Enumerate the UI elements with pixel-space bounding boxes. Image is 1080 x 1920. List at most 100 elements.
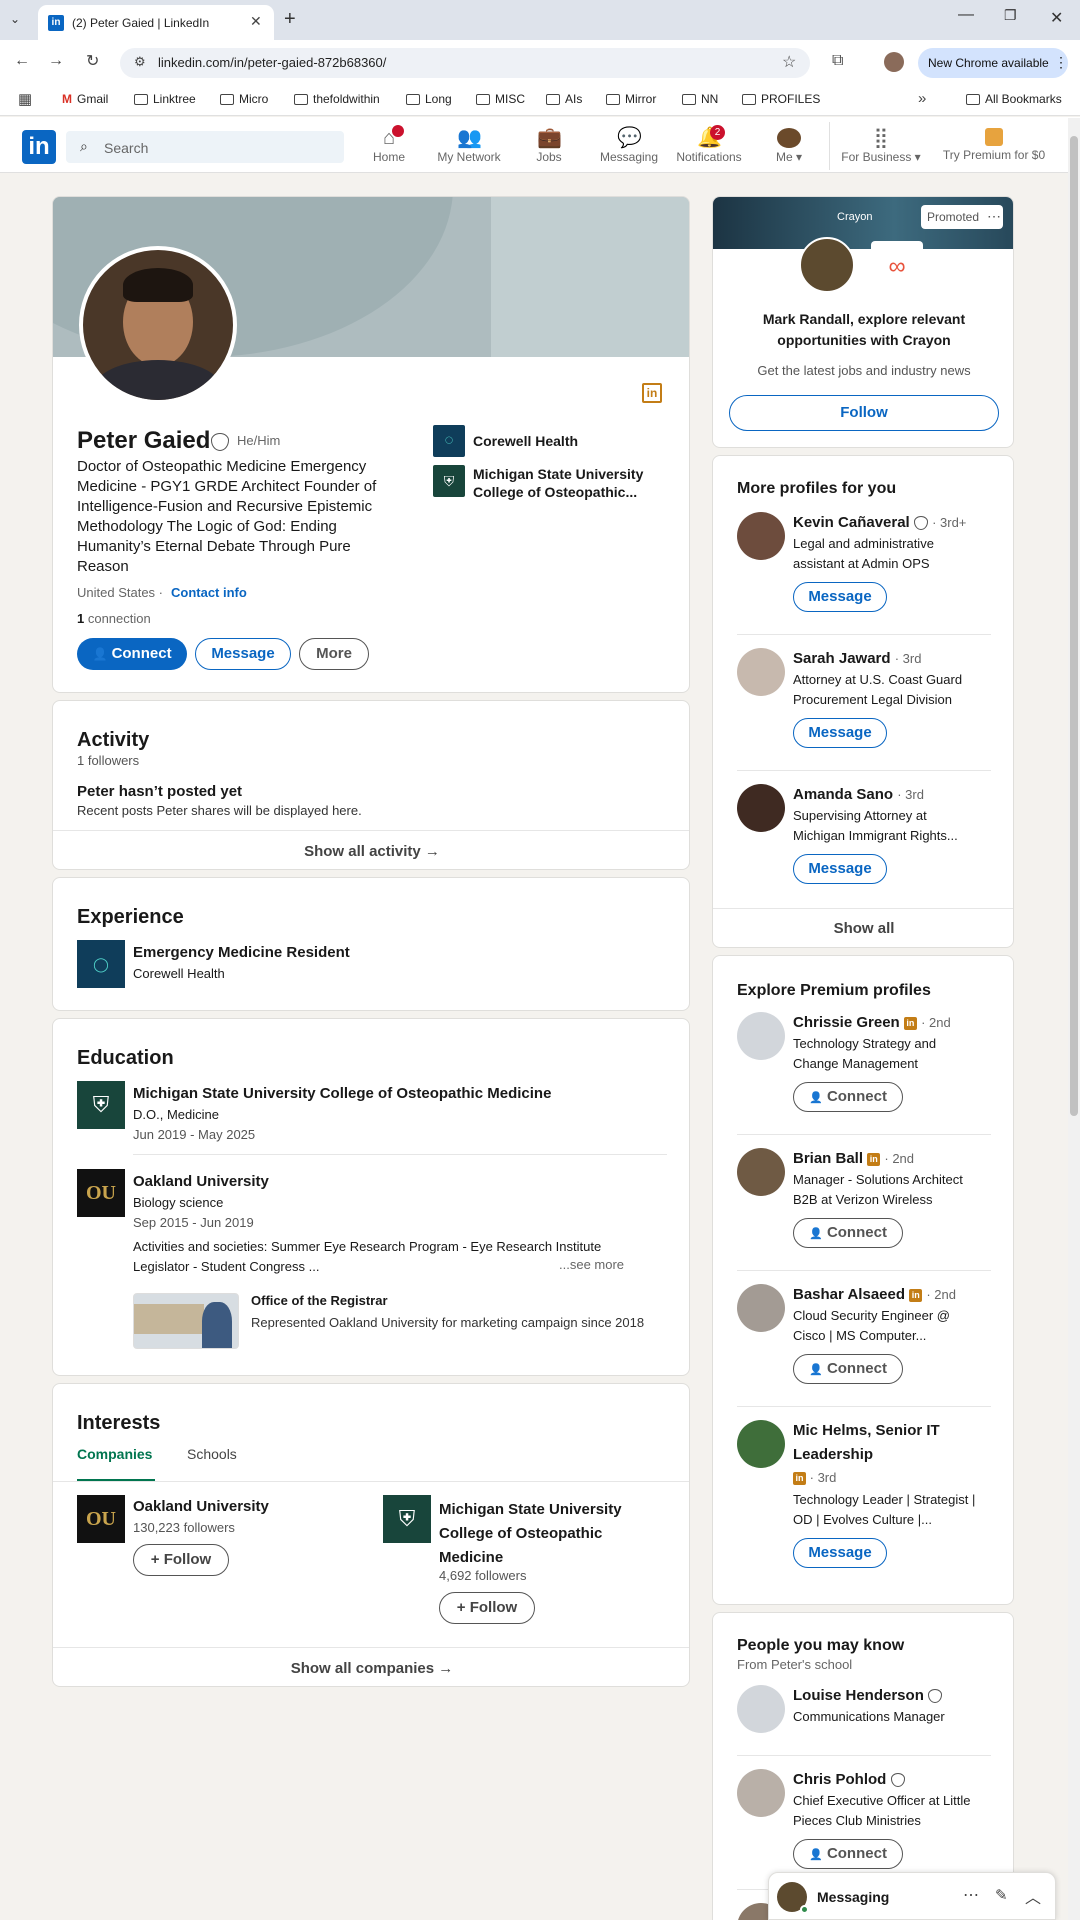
nav-messaging[interactable]: 💬 Messaging xyxy=(589,122,669,164)
profile-name[interactable]: Sarah Jaward · 3rd xyxy=(793,650,921,667)
message-button[interactable]: Message xyxy=(793,1538,887,1568)
profile-name[interactable]: Kevin Cañaveral · 3rd+ xyxy=(793,514,966,531)
avatar[interactable] xyxy=(737,784,785,832)
profile-name[interactable]: Louise Henderson xyxy=(793,1687,943,1704)
apps-grid-icon[interactable]: ▦ xyxy=(18,90,32,108)
education-org[interactable]: Michigan State University College of Ost… xyxy=(473,465,673,501)
bookmark-long[interactable]: Long xyxy=(406,92,452,106)
show-all-profiles-link[interactable]: Show all xyxy=(713,920,1013,937)
contact-info-link[interactable]: Contact info xyxy=(171,585,247,600)
tab-search-icon[interactable]: ⌄ xyxy=(10,12,20,26)
show-all-companies-link[interactable]: Show all companies → xyxy=(53,1660,689,1677)
close-window-icon[interactable]: ✕ xyxy=(1050,8,1063,28)
avatar[interactable] xyxy=(737,512,785,560)
avatar[interactable] xyxy=(737,1420,785,1468)
extensions-icon[interactable]: ⧉ xyxy=(832,52,843,70)
tab-companies[interactable]: Companies xyxy=(77,1446,152,1462)
connect-button[interactable]: 👤 Connect xyxy=(793,1839,903,1869)
education-school[interactable]: Michigan State University College of Ost… xyxy=(133,1085,551,1102)
show-all-activity-link[interactable]: Show all activity → xyxy=(53,843,689,860)
avatar[interactable] xyxy=(737,1012,785,1060)
kebab-menu-icon[interactable]: ⋮ xyxy=(1054,54,1068,71)
url-text[interactable]: linkedin.com/in/peter-gaied-872b68360/ xyxy=(158,55,386,70)
more-button[interactable]: More xyxy=(299,638,369,670)
reload-icon[interactable]: ↻ xyxy=(86,51,99,71)
connect-button[interactable]: 👤 Connect xyxy=(793,1218,903,1248)
browser-tab[interactable]: in (2) Peter Gaied | LinkedIn ✕ xyxy=(38,5,274,40)
profile-name[interactable]: Chris Pohlod xyxy=(793,1771,905,1788)
verified-shield-icon[interactable] xyxy=(211,433,229,451)
bookmark-gmail[interactable]: M Gmail xyxy=(62,92,108,106)
bookmark-linktree[interactable]: Linktree xyxy=(134,92,196,106)
profile-desc: Attorney at U.S. Coast Guard xyxy=(793,672,963,687)
bookmark-thefoldwithin[interactable]: thefoldwithin xyxy=(294,92,380,106)
close-tab-icon[interactable]: ✕ xyxy=(250,13,262,30)
more-bookmarks-icon[interactable]: » xyxy=(918,90,926,107)
promoted-pill[interactable]: Promoted ⋯ xyxy=(921,205,1003,229)
back-icon[interactable]: ← xyxy=(14,52,30,70)
bookmark-ais[interactable]: AIs xyxy=(546,92,582,106)
ad-options-icon[interactable]: ⋯ xyxy=(987,208,1001,225)
nav-notifications[interactable]: 🔔 Notifications xyxy=(669,122,749,164)
avatar[interactable] xyxy=(737,1148,785,1196)
site-info-icon[interactable]: ⚙ xyxy=(134,54,146,70)
nav-my-network[interactable]: 👥 My Network xyxy=(429,122,509,164)
message-button[interactable]: Message xyxy=(793,582,887,612)
restore-icon[interactable]: ❐ xyxy=(1004,7,1017,24)
nav-jobs[interactable]: 💼 Jobs xyxy=(509,122,589,164)
bookmark-micro[interactable]: Micro xyxy=(220,92,268,106)
avatar[interactable] xyxy=(737,1769,785,1817)
experience-role[interactable]: Emergency Medicine Resident xyxy=(133,944,350,961)
interest-name[interactable]: Oakland University xyxy=(133,1498,269,1515)
new-tab-icon[interactable]: + xyxy=(284,8,296,31)
interest-name[interactable]: Michigan State University College of Ost… xyxy=(439,1498,639,1570)
current-org[interactable]: Corewell Health xyxy=(473,433,578,449)
chrome-profile-avatar[interactable] xyxy=(884,52,904,72)
profile-photo[interactable] xyxy=(79,246,237,404)
message-button[interactable]: Message xyxy=(793,854,887,884)
connect-button[interactable]: 👤 Connect xyxy=(793,1082,903,1112)
follow-button[interactable]: + Follow xyxy=(133,1544,229,1576)
profile-name[interactable]: Mic Helms, Senior IT xyxy=(793,1422,940,1439)
tab-schools[interactable]: Schools xyxy=(187,1446,237,1462)
bookmark-nn[interactable]: NN xyxy=(682,92,718,106)
follow-button[interactable]: + Follow xyxy=(439,1592,535,1624)
media-thumbnail[interactable] xyxy=(133,1293,239,1349)
avatar[interactable] xyxy=(737,648,785,696)
connect-button[interactable]: 👤 Connect xyxy=(77,638,187,670)
bookmark-star-icon[interactable]: ☆ xyxy=(782,52,796,72)
avatar[interactable] xyxy=(737,1284,785,1332)
message-button[interactable]: Message xyxy=(793,718,887,748)
omnibox[interactable]: ⚙ linkedin.com/in/peter-gaied-872b68360/… xyxy=(120,48,810,78)
message-button[interactable]: Message xyxy=(195,638,291,670)
search-input[interactable]: ⌕ Search xyxy=(66,131,344,163)
profile-name[interactable]: Amanda Sano · 3rd xyxy=(793,786,924,803)
education-school[interactable]: Oakland University xyxy=(133,1173,269,1190)
avatar[interactable] xyxy=(737,1685,785,1733)
new-chrome-available-button[interactable]: New Chrome available ⋮ xyxy=(918,48,1068,78)
messaging-options-icon[interactable]: ⋯ xyxy=(963,1885,979,1905)
messaging-overlay-bar[interactable]: Messaging ⋯ ✎ ︿ xyxy=(768,1872,1056,1920)
profile-name[interactable]: Chrissie Green in · 2nd xyxy=(793,1014,951,1031)
minimize-icon[interactable]: — xyxy=(958,6,974,24)
bookmark-misc[interactable]: MISC xyxy=(476,92,525,106)
scrollbar-thumb[interactable] xyxy=(1070,136,1078,1116)
profile-name[interactable]: Bashar Alsaeed in · 2nd xyxy=(793,1286,956,1303)
compose-icon[interactable]: ✎ xyxy=(995,1886,1008,1904)
media-title[interactable]: Office of the Registrar xyxy=(251,1293,388,1308)
nav-try-premium[interactable]: Try Premium for $0 xyxy=(934,122,1054,162)
linkedin-logo[interactable]: in xyxy=(22,130,56,164)
profile-name[interactable]: Leadership xyxy=(793,1446,873,1463)
nav-for-business[interactable]: ⣿ For Business ▾ xyxy=(836,122,926,164)
forward-icon[interactable]: → xyxy=(48,52,64,70)
profile-name[interactable]: Brian Ball in · 2nd xyxy=(793,1150,914,1167)
all-bookmarks[interactable]: All Bookmarks xyxy=(966,92,1062,106)
nav-me[interactable]: Me ▾ xyxy=(749,122,829,164)
bookmark-profiles[interactable]: PROFILES xyxy=(742,92,820,106)
ad-follow-button[interactable]: Follow xyxy=(729,395,999,431)
see-more-link[interactable]: ...see more xyxy=(555,1257,625,1272)
bookmark-mirror[interactable]: Mirror xyxy=(606,92,656,106)
nav-home[interactable]: ⌂ Home xyxy=(349,122,429,164)
chevron-up-icon[interactable]: ︿ xyxy=(1025,1884,1041,1908)
connect-button[interactable]: 👤 Connect xyxy=(793,1354,903,1384)
